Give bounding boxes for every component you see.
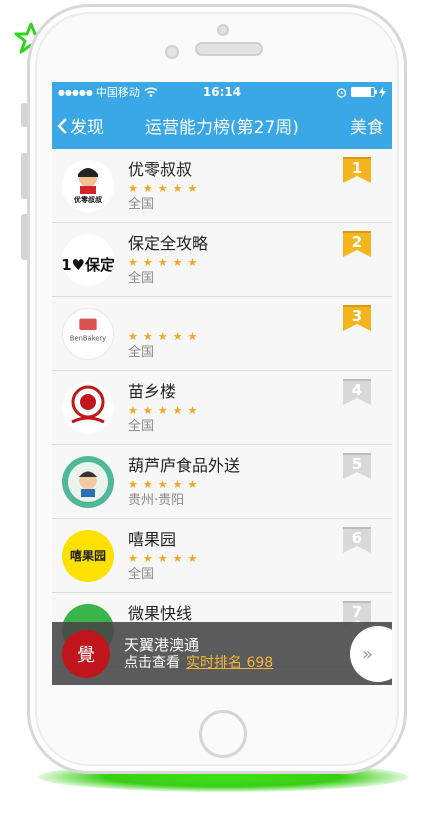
rank-number: 1	[351, 159, 363, 177]
list-item[interactable]: 嘻果园 嘻果园 ★★★★★ 全国 6	[52, 519, 392, 593]
rank-number: 7	[351, 603, 363, 621]
home-button[interactable]	[199, 710, 247, 758]
account-logo-text: 覺	[77, 644, 95, 666]
item-region: 贵州·贵阳	[128, 493, 185, 508]
rating-stars: ★★★★★	[128, 404, 203, 417]
avatar	[62, 456, 114, 508]
rating-stars: ★★★★★	[128, 330, 203, 343]
item-region: 全国	[128, 567, 155, 582]
item-region: 全国	[128, 345, 155, 360]
category-button[interactable]: 美食	[350, 113, 392, 138]
list-item[interactable]: 优零叔叔 优零叔叔 ★★★★★ 全国 1	[52, 149, 392, 223]
item-name: 嘻果园	[128, 530, 177, 549]
rank-badge: 2	[342, 231, 372, 257]
chevron-left-icon	[57, 117, 67, 134]
rating-stars: ★★★★★	[128, 478, 203, 491]
account-name: 天翼港澳通	[124, 635, 200, 654]
avatar: 1♥保定	[62, 234, 114, 286]
item-region: 全国	[128, 419, 155, 434]
item-region: 全国	[128, 271, 155, 286]
ranking-list: 优零叔叔 优零叔叔 ★★★★★ 全国 1 1♥保定 保定全攻略 ★★★★★ 全国…	[52, 149, 392, 667]
rank-number: 5	[351, 455, 363, 473]
item-name: 葫芦庐食品外送	[128, 456, 241, 475]
navigation-bar: 发现 运营能力榜(第27周) 美食	[52, 102, 392, 149]
list-item[interactable]: 苗乡楼 ★★★★★ 全国 4	[52, 371, 392, 445]
benbakery-logo: BenBakery	[70, 318, 106, 343]
avatar: BenBakery	[62, 308, 114, 360]
rank-badge: 6	[342, 527, 372, 553]
rank-number: 2	[351, 233, 363, 251]
rank-number: 3	[351, 307, 363, 325]
battery-icon	[351, 87, 377, 97]
benbakery-logo-text: BenBakery	[70, 335, 106, 343]
baoding-logo-text: 1♥保定	[62, 256, 114, 274]
item-region: 全国	[128, 197, 155, 212]
my-rank-bar[interactable]: 覺 天翼港澳通 点击查看 实时排名 698 »	[52, 622, 392, 685]
earpiece-speaker	[195, 42, 263, 56]
rating-stars: ★★★★★	[128, 256, 203, 269]
item-name: 苗乡楼	[128, 382, 177, 401]
rank-badge: 5	[342, 453, 372, 479]
rank-badge: 3	[342, 305, 372, 331]
rank-hint: 点击查看 实时排名 698	[124, 654, 273, 672]
camera-dot	[217, 24, 229, 36]
xiguoyuan-logo-text: 嘻果园	[70, 548, 106, 563]
avatar	[62, 382, 114, 434]
avatar: 优零叔叔	[62, 160, 114, 212]
phone-screen: ●●●●● 中国移动 16:14 发现 运营能力榜(第27周) 美食 优零叔叔 …	[52, 82, 392, 685]
list-item[interactable]: 葫芦庐食品外送 ★★★★★ 贵州·贵阳 5	[52, 445, 392, 519]
youling-logo-text: 优零叔叔	[74, 195, 103, 204]
account-logo: 覺	[62, 629, 110, 678]
expand-arrow-button[interactable]: »	[350, 626, 392, 682]
item-name: 微果快线	[128, 604, 193, 623]
status-time: 16:14	[202, 85, 242, 99]
avatar: 嘻果园	[62, 530, 114, 582]
baoding-logo: 1♥保定	[62, 234, 114, 286]
rating-stars: ★★★★★	[128, 182, 203, 195]
item-name: 保定全攻略	[128, 234, 209, 253]
list-item[interactable]: 1♥保定 保定全攻略 ★★★★★ 全国 2	[52, 223, 392, 297]
rank-badge: 1	[342, 157, 372, 183]
rank-badge: 4	[342, 379, 372, 405]
status-bar: ●●●●● 中国移动 16:14	[52, 82, 392, 102]
xiguoyuan-logo: 嘻果园	[67, 547, 109, 563]
rank-number: 6	[351, 529, 363, 547]
youling-logo: 优零叔叔	[62, 160, 114, 212]
back-button[interactable]: 发现	[52, 113, 104, 138]
page-title: 运营能力榜(第27周)	[145, 118, 299, 138]
rank-hint-prefix: 点击查看	[124, 654, 180, 671]
double-chevron-right-icon: »	[362, 643, 374, 665]
front-camera	[165, 45, 179, 59]
miaoxiang-logo	[71, 385, 105, 424]
rank-number: 4	[351, 381, 363, 399]
hululu-logo	[68, 462, 108, 502]
realtime-rank-link[interactable]: 实时排名 698	[186, 655, 273, 671]
list-item[interactable]: BenBakery ★★★★★ 全国 3	[52, 297, 392, 371]
rating-stars: ★★★★★	[128, 552, 203, 565]
item-name: 优零叔叔	[128, 160, 193, 179]
item-name	[128, 308, 202, 328]
back-label: 发现	[70, 118, 104, 138]
